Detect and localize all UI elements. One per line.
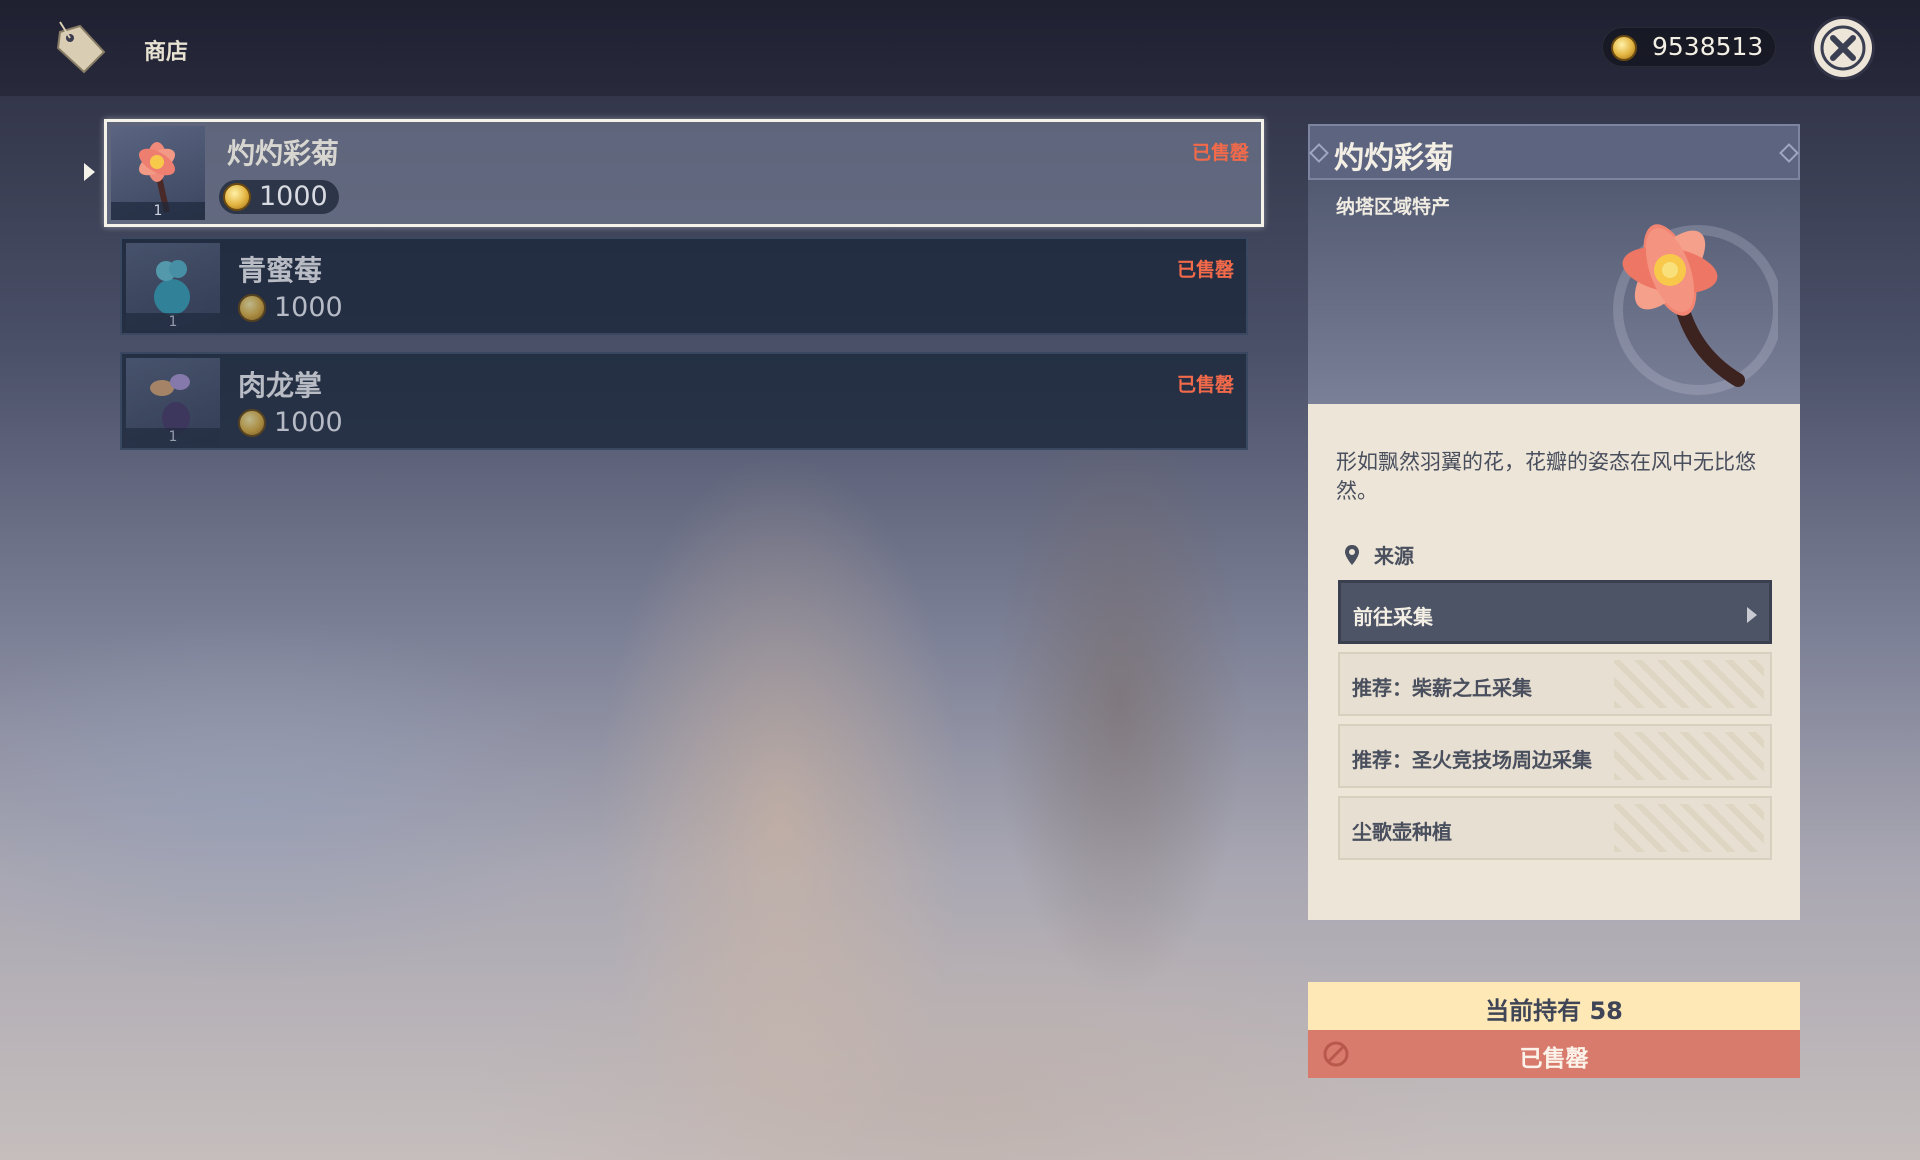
detail-item-name: 灼灼彩菊 [1334, 141, 1454, 176]
sold-out-button[interactable]: 已售罄 [1308, 1030, 1800, 1078]
item-name: 青蜜莓 [238, 254, 323, 287]
close-button[interactable] [1814, 19, 1872, 77]
decorative-pattern [1614, 804, 1764, 852]
sold-out-tag: 已售罄 [1191, 142, 1249, 164]
item-name: 肉龙掌 [238, 369, 323, 402]
item-thumbnail: 1 [126, 243, 220, 331]
detail-body: 形如飘然羽翼的花，花瓣的姿态在风中无比悠然。 来源 前往采集 推荐：柴薪之丘采集… [1308, 404, 1800, 920]
mora-coin-icon [238, 409, 266, 437]
source-button-label: 前往采集 [1353, 605, 1433, 629]
item-price: 1000 [234, 406, 354, 440]
diamond-ornament-icon [1309, 143, 1329, 163]
shop-item-row[interactable]: 1 青蜜莓 已售罄 1000 [120, 237, 1248, 335]
currency-amount: 9538513 [1652, 32, 1764, 61]
item-thumbnail: 1 [111, 126, 205, 220]
item-description: 形如飘然羽翼的花，花瓣的姿态在风中无比悠然。 [1336, 450, 1756, 503]
source-button-label: 推荐：柴薪之丘采集 [1352, 676, 1532, 700]
top-bar: 商店 9538513 [0, 0, 1920, 96]
sold-out-tag: 已售罄 [1176, 374, 1234, 396]
currency-display: 9538513 [1602, 27, 1776, 67]
shop-item-row[interactable]: 1 肉龙掌 已售罄 1000 [120, 352, 1248, 450]
price-tag-icon [56, 21, 106, 74]
item-price: 1000 [219, 180, 339, 214]
chevron-right-icon [1747, 607, 1757, 623]
item-quantity: 1 [126, 313, 220, 331]
mora-coin-icon [1611, 35, 1637, 61]
price-value: 1000 [274, 292, 343, 323]
item-name: 灼灼彩菊 [227, 137, 340, 170]
holding-text: 当前持有 58 [1485, 997, 1623, 1025]
sold-out-label: 已售罄 [1519, 1046, 1589, 1072]
item-region: 纳塔区域特产 [1336, 196, 1451, 218]
item-price: 1000 [234, 291, 354, 325]
source-button-label: 推荐：圣火竞技场周边采集 [1352, 748, 1592, 772]
selection-arrow-icon [84, 163, 95, 181]
detail-header: 灼灼彩菊 [1308, 124, 1800, 180]
price-value: 1000 [259, 181, 328, 212]
shop-item-row[interactable]: 1 灼灼彩菊 已售罄 1000 [104, 119, 1264, 227]
source-label: 来源 [1374, 544, 1414, 568]
close-icon [1820, 25, 1866, 71]
diamond-ornament-icon [1779, 143, 1799, 163]
item-quantity: 1 [126, 428, 220, 446]
decorative-pattern [1614, 732, 1764, 780]
sumeru-rose-flower-icon [1613, 224, 1778, 395]
mora-coin-icon [238, 294, 266, 322]
source-button-go-gather[interactable]: 前往采集 [1338, 580, 1772, 644]
price-value: 1000 [274, 407, 343, 438]
mora-coin-icon [223, 183, 251, 211]
source-button-recommend-1[interactable]: 推荐：柴薪之丘采集 [1338, 652, 1772, 716]
detail-preview: 纳塔区域特产 [1308, 180, 1800, 404]
item-quantity: 1 [111, 202, 205, 220]
sold-out-tag: 已售罄 [1176, 259, 1234, 281]
source-button-recommend-2[interactable]: 推荐：圣火竞技场周边采集 [1338, 724, 1772, 788]
source-button-label: 尘歌壶种植 [1352, 820, 1452, 844]
location-pin-icon [1345, 545, 1359, 565]
page-title: 商店 [144, 40, 189, 65]
source-button-teapot[interactable]: 尘歌壶种植 [1338, 796, 1772, 860]
holding-count: 当前持有 58 [1308, 982, 1800, 1030]
item-thumbnail: 1 [126, 358, 220, 446]
decorative-pattern [1614, 660, 1764, 708]
